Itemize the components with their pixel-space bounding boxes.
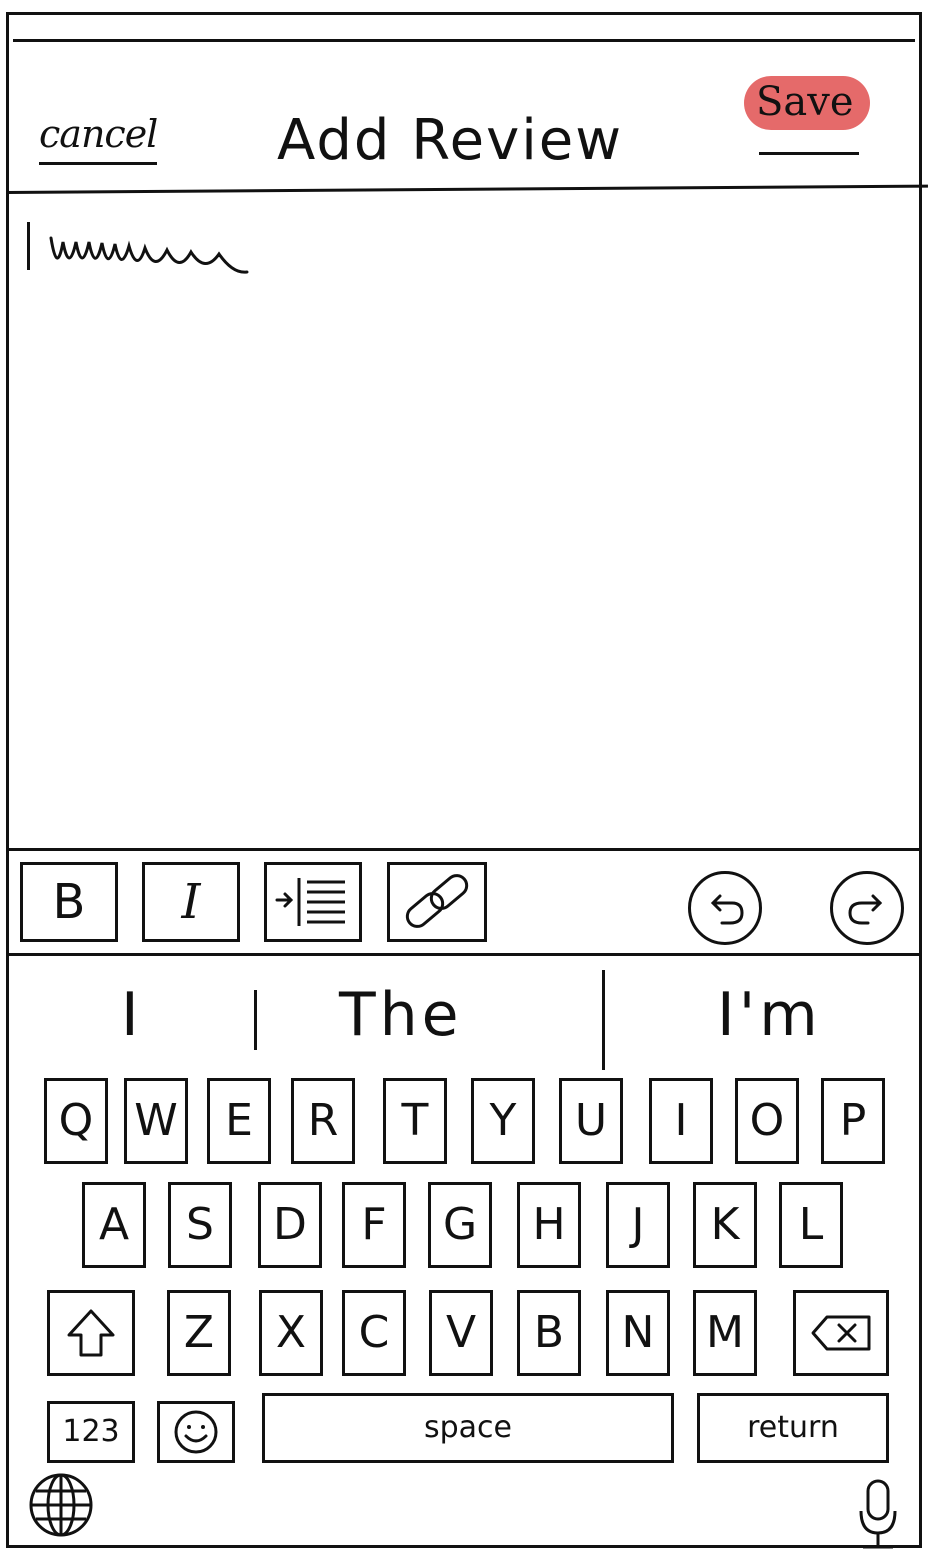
key-label: B <box>533 1307 565 1358</box>
key-q[interactable]: Q <box>44 1078 108 1164</box>
key-c[interactable]: C <box>342 1290 406 1376</box>
suggestion-2[interactable]: The <box>339 980 463 1050</box>
key-h[interactable]: H <box>517 1182 581 1268</box>
key-p[interactable]: P <box>821 1078 885 1164</box>
key-label: E <box>225 1095 253 1146</box>
key-s[interactable]: S <box>168 1182 232 1268</box>
key-label: T <box>401 1095 429 1146</box>
return-key[interactable]: return <box>697 1393 889 1463</box>
emoji-icon <box>174 1410 218 1454</box>
key-label: H <box>532 1199 566 1250</box>
key-t[interactable]: T <box>383 1078 447 1164</box>
formatting-toolbar: B I <box>9 851 919 955</box>
undo-button[interactable] <box>688 871 762 945</box>
key-label: C <box>358 1307 390 1358</box>
key-label: X <box>275 1307 307 1358</box>
key-m[interactable]: M <box>693 1290 757 1376</box>
key-label: L <box>798 1199 824 1250</box>
key-label: Y <box>489 1095 517 1146</box>
link-button[interactable] <box>387 862 487 942</box>
key-label: O <box>749 1095 785 1146</box>
link-icon <box>405 874 469 928</box>
page-title: Add Review <box>277 108 624 173</box>
phone-frame: cancel Add Review Save B I I The I'm Q W… <box>5 12 928 1549</box>
key-label: P <box>839 1095 867 1146</box>
space-key[interactable]: space <box>262 1393 674 1463</box>
undo-icon <box>710 894 744 925</box>
indent-button[interactable] <box>264 862 362 942</box>
shift-key[interactable] <box>47 1290 135 1376</box>
key-label: J <box>631 1199 645 1250</box>
key-d[interactable]: D <box>258 1182 322 1268</box>
backspace-key[interactable] <box>793 1290 889 1376</box>
key-x[interactable]: X <box>259 1290 323 1376</box>
suggestion-3[interactable]: I'm <box>717 980 822 1050</box>
key-g[interactable]: G <box>428 1182 492 1268</box>
redo-button[interactable] <box>830 871 904 945</box>
key-label: Q <box>58 1095 94 1146</box>
key-i[interactable]: I <box>649 1078 713 1164</box>
emoji-key[interactable] <box>157 1401 235 1463</box>
backspace-icon <box>811 1315 871 1351</box>
shift-icon <box>67 1309 115 1357</box>
key-label: V <box>445 1307 477 1358</box>
indent-icon <box>275 878 345 926</box>
key-label: M <box>706 1307 744 1358</box>
redo-icon <box>848 894 883 925</box>
key-label: R <box>307 1095 339 1146</box>
key-u[interactable]: U <box>559 1078 623 1164</box>
cancel-button[interactable]: cancel <box>39 112 158 165</box>
italic-label: I <box>181 874 201 930</box>
save-button-label: Save <box>756 79 854 125</box>
key-e[interactable]: E <box>207 1078 271 1164</box>
key-label: U <box>574 1095 608 1146</box>
suggestion-1[interactable]: I <box>121 980 139 1050</box>
key-label: N <box>621 1307 655 1358</box>
placeholder-scribble <box>49 236 249 274</box>
italic-button[interactable]: I <box>142 862 240 942</box>
header-bar: cancel Add Review Save <box>9 42 919 192</box>
space-key-label: space <box>423 1410 512 1445</box>
key-label: K <box>710 1199 740 1250</box>
key-z[interactable]: Z <box>167 1290 231 1376</box>
key-j[interactable]: J <box>606 1182 670 1268</box>
suggestion-bar: I The I'm <box>9 960 919 1070</box>
key-label: S <box>186 1199 214 1250</box>
key-a[interactable]: A <box>82 1182 146 1268</box>
key-v[interactable]: V <box>429 1290 493 1376</box>
text-cursor <box>27 222 30 270</box>
microphone-icon[interactable] <box>857 1477 899 1553</box>
key-n[interactable]: N <box>606 1290 670 1376</box>
review-text-area[interactable] <box>9 200 919 848</box>
bold-label: B <box>52 874 86 930</box>
key-o[interactable]: O <box>735 1078 799 1164</box>
return-key-label: return <box>747 1410 839 1445</box>
globe-icon[interactable] <box>27 1471 95 1539</box>
key-f[interactable]: F <box>342 1182 406 1268</box>
keyboard-divider <box>9 953 919 956</box>
key-label: F <box>361 1199 387 1250</box>
key-label: I <box>674 1095 688 1146</box>
key-label: G <box>442 1199 478 1250</box>
key-k[interactable]: K <box>693 1182 757 1268</box>
key-b[interactable]: B <box>517 1290 581 1376</box>
key-r[interactable]: R <box>291 1078 355 1164</box>
key-label: A <box>98 1199 130 1250</box>
save-button[interactable]: Save <box>744 76 870 130</box>
suggestion-separator <box>254 990 257 1050</box>
numbers-key-label: 123 <box>62 1414 120 1449</box>
numbers-key[interactable]: 123 <box>47 1401 135 1463</box>
save-underline <box>759 152 859 155</box>
bold-button[interactable]: B <box>20 862 118 942</box>
key-y[interactable]: Y <box>471 1078 535 1164</box>
key-l[interactable]: L <box>779 1182 843 1268</box>
key-w[interactable]: W <box>124 1078 188 1164</box>
key-label: D <box>273 1199 307 1250</box>
suggestion-separator <box>602 970 605 1070</box>
key-label: W <box>134 1095 178 1146</box>
key-label: Z <box>183 1307 215 1358</box>
